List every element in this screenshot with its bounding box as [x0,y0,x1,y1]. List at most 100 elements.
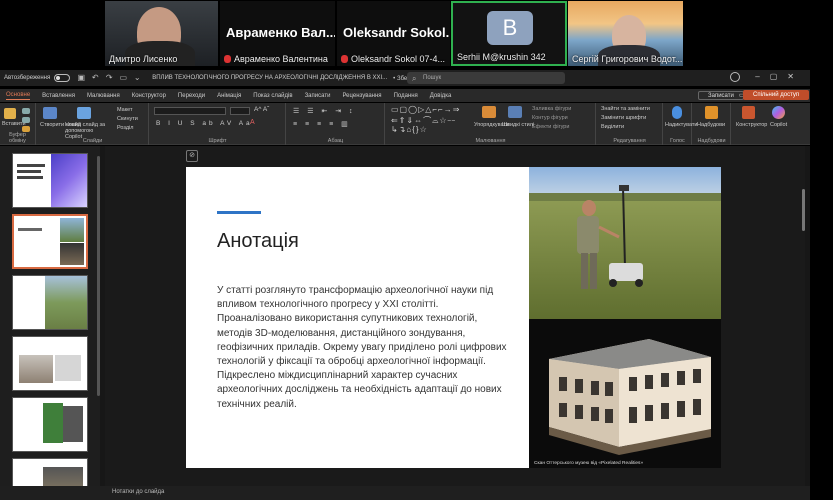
font-family-select[interactable] [154,107,226,115]
paste-icon[interactable] [4,108,16,119]
thumbnail-graphic [51,154,87,207]
reset-button[interactable]: Скинути [117,116,138,122]
font-style-icons[interactable]: B I U S ab AV Aa [156,120,253,127]
tab-review[interactable]: Рецензування [342,93,381,99]
copilot-button[interactable]: Copilot [770,122,787,128]
addins-button[interactable]: Надбудови [697,122,725,128]
tab-help[interactable]: Довідка [430,93,452,99]
copilot-icon[interactable] [772,106,785,119]
save-icon[interactable]: ▣ [77,74,85,82]
copilot-canvas-icon[interactable]: ⊘ [186,150,198,162]
slide-thumbnails-pane [0,146,100,500]
list-icons[interactable]: ☰ ☰ ⇤ ⇥ ↕ [293,107,356,115]
search-input[interactable]: ⌕ Пошук [407,72,565,84]
shape-outline-button[interactable]: Контур фігури [532,115,568,121]
arrange-icon[interactable] [482,106,496,118]
title-accent-bar [217,211,261,214]
quick-styles-button[interactable]: Швидкі стилі [502,122,534,128]
shapes-gallery-row3[interactable]: ↳↴⌂{}☆ [391,125,428,134]
shapes-gallery[interactable]: ▭▢◯▷△⌐⌐→⇒ [391,105,460,114]
record-button[interactable]: Записати [698,91,744,100]
tab-design[interactable]: Конструктор [132,93,166,99]
account-avatar-icon[interactable] [730,72,740,82]
font-color-icon[interactable]: A [250,119,255,126]
participant-big-label: Oleksandr Sokol... [343,25,450,40]
copilot-slide-icon[interactable] [77,107,91,119]
select-button[interactable]: Виділити [601,124,624,130]
group-editing: Знайти та замінити Замінити шрифти Виділ… [597,103,663,145]
copy-icon[interactable] [22,117,30,123]
tab-home[interactable]: Основне [6,92,31,100]
thumbnail-photo [43,403,63,443]
thumbnail-title-line [17,164,45,167]
undo-icon[interactable]: ↶ [91,74,99,82]
slide-thumbnail[interactable] [12,397,88,452]
slide[interactable]: Анотація У статті розглянуто трансформац… [186,167,721,468]
thumbnails-scrollbar[interactable] [97,156,100,396]
layout-button[interactable]: Макет [117,107,133,113]
participant-name-row: Oleksandr Sokol 07-4... [341,54,445,64]
tab-animations[interactable]: Анімація [217,93,241,99]
replace-fonts-button[interactable]: Замінити шрифти [601,115,646,121]
building-3d-scan[interactable]: Скан Оттерського музею від «Pixelated Re… [529,319,721,468]
redo-icon[interactable]: ↷ [105,74,113,82]
slide-body-text[interactable]: У статті розглянуто трансформацію археол… [217,284,507,412]
group-slides: Створити слайд Новий слайд за допомогою … [37,103,149,145]
group-voice: Надиктувати Голос [664,103,698,145]
thumbnail-photo [45,276,87,329]
quick-styles-icon[interactable] [508,106,522,118]
shape-fill-button[interactable]: Заливка фігури [532,106,571,112]
slide-thumbnail[interactable] [12,153,88,208]
designer-button[interactable]: Конструктор [736,122,767,128]
group-drawing: ▭▢◯▷△⌐⌐→⇒ ⇐⇑⇓⇔⌒⌓☆⎯⎯ ↳↴⌂{}☆ Упорядкувати … [386,103,596,145]
designer-icon[interactable] [742,106,755,119]
group-label: Редагування [613,138,646,144]
canvas-scrollbar[interactable] [802,189,805,231]
slide-thumbnail[interactable] [12,275,88,330]
thumbnail-photo [60,243,84,265]
ribbon-tabs: Основне Вставлення Малювання Конструктор… [0,89,810,102]
group-label: Голос [670,138,685,144]
window-controls[interactable]: –▢✕ [755,72,804,81]
new-slide-icon[interactable] [43,107,57,119]
font-size-select[interactable] [230,107,250,115]
thumbnail-photo [19,355,53,383]
cut-icon[interactable] [22,108,30,114]
present-icon[interactable]: ▭ [119,74,127,82]
tab-insert[interactable]: Вставлення [42,93,75,99]
participant-tile[interactable]: Oleksandr Sokol... Oleksandr Sokol 07-4.… [337,1,450,66]
autosave-toggle[interactable] [54,74,71,82]
slide-title[interactable]: Анотація [217,230,299,253]
section-button[interactable]: Розділ [117,125,133,131]
participant-tile[interactable]: Дмитро Лисенко [105,1,218,66]
title-bar: Автозбереження ▣ ↶ ↷ ▭ ⌄ ВПЛИВ ТЕХНОЛОГІ… [0,70,810,86]
notes-toggle[interactable]: Нотатки до слайда [112,489,164,495]
group-label: Слайди [82,138,103,144]
tab-view[interactable]: Подання [394,93,418,99]
customize-icon[interactable]: ⌄ [133,74,141,82]
tab-record[interactable]: Записати [305,93,331,99]
avatar: B [487,11,533,45]
mic-muted-icon [341,55,348,63]
slide-thumbnail[interactable] [12,336,88,391]
slide-thumbnail-selected[interactable] [12,214,88,269]
document-title: ВПЛИВ ТЕХНОЛОГІЧНОГО ПРОГРЕСУ НА АРХЕОЛО… [152,75,388,81]
align-icons[interactable]: ≡ ≡ ≡ ≡ ▥ [293,120,351,128]
building-scan-image [549,339,711,455]
participant-name-row: Авраменко Валентина [224,54,328,64]
find-replace-button[interactable]: Знайти та замінити [601,106,650,112]
addins-icon[interactable] [705,106,718,119]
tab-slideshow[interactable]: Показ слайдів [253,93,292,99]
shape-effects-button[interactable]: Ефекти фігури [532,124,569,130]
participant-name: Дмитро Лисенко [109,54,178,64]
participant-tile-active-speaker[interactable]: B Serhii M@krushin 342 [451,1,567,66]
microphone-icon[interactable] [672,106,682,119]
tab-transitions[interactable]: Переходи [178,93,205,99]
field-survey-photo[interactable] [529,167,721,319]
participant-tile[interactable]: Сергій Григорович Водот... [568,1,683,66]
share-button[interactable]: Спільний доступ [743,90,810,100]
participant-tile[interactable]: Авраменко Вал... Авраменко Валентина [220,1,335,66]
search-icon: ⌕ [412,74,417,83]
tab-draw[interactable]: Малювання [87,93,120,99]
grow-shrink-font-icon[interactable]: A^ Aˇ [254,106,269,113]
